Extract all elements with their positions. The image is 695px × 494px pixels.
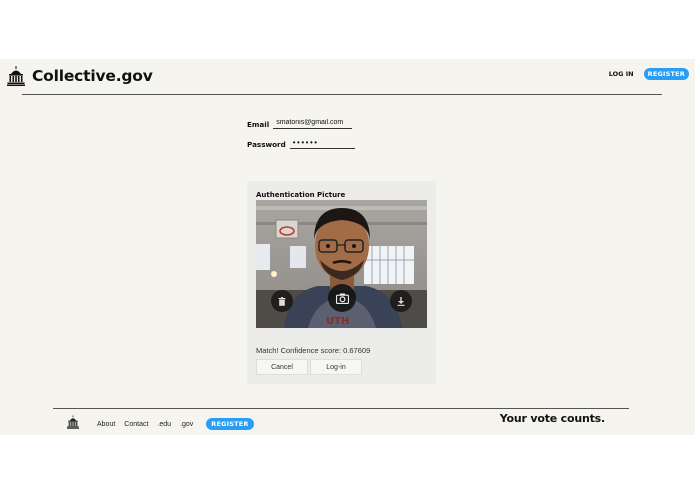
password-field[interactable] <box>289 138 355 149</box>
page: Collective.gov LOG IN REGISTER Email Pas… <box>0 59 695 435</box>
logo[interactable]: Collective.gov <box>7 66 153 86</box>
footer-links: About Contact .edu .gov REGISTER <box>97 418 254 430</box>
tagline: Your vote counts. <box>499 412 605 425</box>
login-link[interactable]: LOG IN <box>609 70 634 78</box>
header-divider <box>22 94 662 95</box>
cancel-button[interactable]: Cancel <box>256 359 308 375</box>
email-row: Email <box>247 118 353 129</box>
camera-icon <box>335 293 349 304</box>
delete-photo-button[interactable] <box>271 290 293 312</box>
capitol-building-icon <box>7 66 25 86</box>
log-in-button[interactable]: Log-in <box>310 359 362 375</box>
capture-photo-button[interactable] <box>328 284 356 312</box>
password-label: Password <box>247 140 286 149</box>
svg-text:UTH: UTH <box>326 316 349 327</box>
footer-link-edu[interactable]: .edu <box>157 421 171 428</box>
auth-card: Authentication Picture UTH Match! Confid… <box>247 181 436 384</box>
footer-divider <box>53 408 629 409</box>
footer-link-gov[interactable]: .gov <box>180 421 193 428</box>
register-button[interactable]: REGISTER <box>643 68 689 80</box>
footer-register-button[interactable]: REGISTER <box>206 418 254 430</box>
email-field[interactable] <box>273 118 353 129</box>
camera-preview: UTH <box>256 200 427 328</box>
download-icon <box>397 296 405 306</box>
email-label: Email <box>247 120 270 129</box>
download-photo-button[interactable] <box>390 290 412 312</box>
trash-icon <box>278 296 286 306</box>
auth-title: Authentication Picture <box>256 191 346 199</box>
top-nav: LOG IN REGISTER <box>609 68 689 80</box>
password-row: Password <box>247 138 355 149</box>
capitol-building-icon[interactable] <box>67 415 79 429</box>
match-confidence-text: Match! Confidence score: 0.67609 <box>256 346 371 355</box>
footer-link-contact[interactable]: Contact <box>124 421 148 428</box>
footer-link-about[interactable]: About <box>97 421 115 428</box>
brand-name: Collective.gov <box>32 67 153 85</box>
